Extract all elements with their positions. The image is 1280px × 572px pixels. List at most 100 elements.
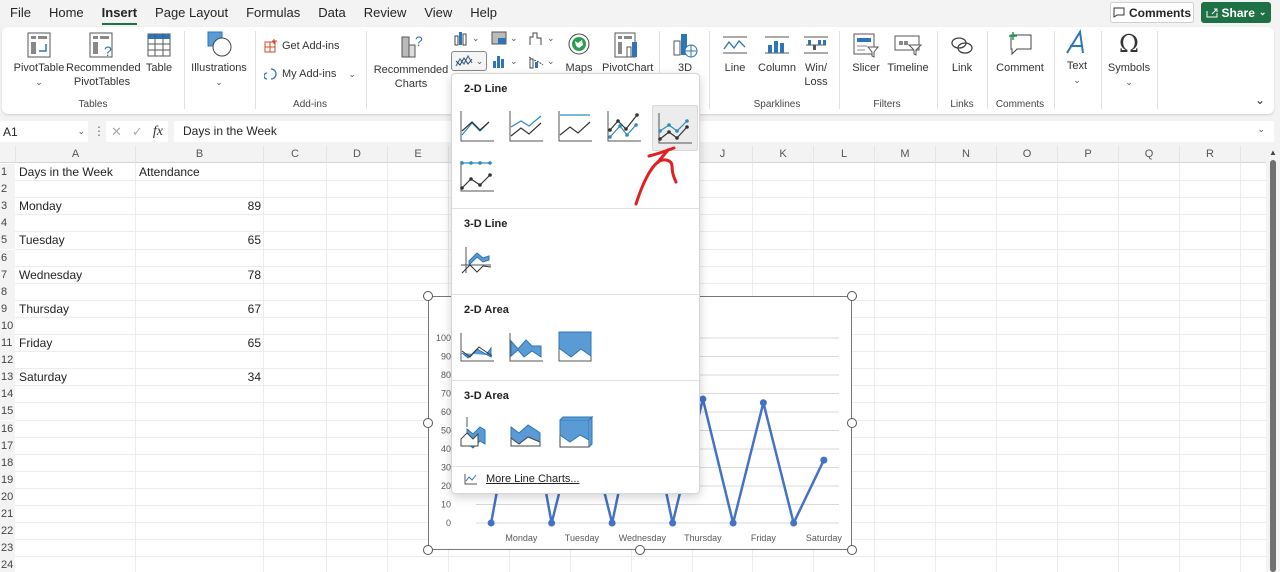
symbols-button[interactable]: Ω Symbols ⌄ — [1105, 29, 1153, 89]
pivotchart-button[interactable]: PivotChart — [602, 31, 653, 75]
formula-input[interactable]: Days in the Week ⌄ — [174, 121, 1274, 142]
3d-map-button[interactable]: 3D — [668, 31, 702, 75]
cell-a7[interactable]: Wednesday — [16, 267, 136, 284]
tab-view[interactable]: View — [415, 0, 461, 26]
gallery-3d-stacked-area[interactable] — [506, 412, 546, 452]
row-header-7[interactable]: 7 — [0, 266, 15, 284]
column-header-c[interactable]: C — [264, 146, 327, 163]
row-header-11[interactable]: 11 — [0, 335, 15, 352]
gallery-stacked-line[interactable] — [506, 106, 546, 146]
row-header-12[interactable]: 12 — [0, 352, 15, 370]
cell-b1[interactable]: Attendance — [136, 164, 264, 181]
comments-button[interactable]: Comments — [1110, 2, 1194, 23]
select-all-corner[interactable] — [0, 146, 16, 163]
waterfall-chart-button[interactable]: ⌄ — [528, 30, 564, 46]
maps-button[interactable]: Maps — [564, 31, 594, 75]
row-header-1[interactable]: 1 — [0, 164, 15, 181]
gallery-3d-line[interactable] — [457, 240, 497, 280]
column-header-l[interactable]: L — [814, 146, 875, 163]
row-header-22[interactable]: 22 — [0, 523, 15, 541]
gallery-100-stacked-line-markers[interactable] — [457, 156, 497, 196]
scroll-up-arrow-icon[interactable]: ▲ — [1269, 148, 1277, 157]
cell-b5[interactable]: 65 — [136, 232, 264, 249]
gallery-line-markers-variant[interactable] — [604, 106, 644, 146]
gallery-line[interactable] — [457, 106, 497, 146]
data-point-marker[interactable] — [487, 519, 495, 527]
row-header-14[interactable]: 14 — [0, 386, 15, 404]
recommended-charts-button[interactable]: ? Recommended Charts — [372, 31, 450, 91]
row-header-23[interactable]: 23 — [0, 540, 15, 558]
row-header-17[interactable]: 17 — [0, 437, 15, 455]
column-header-j[interactable]: J — [693, 146, 753, 163]
chevron-down-icon[interactable]: ⌄ — [77, 126, 85, 137]
chart-resize-handle[interactable] — [423, 418, 433, 428]
data-point-marker[interactable] — [548, 519, 556, 527]
cell-b11[interactable]: 65 — [136, 335, 264, 352]
data-point-marker[interactable] — [790, 519, 798, 527]
vertical-scrollbar[interactable]: ▲ — [1266, 146, 1280, 572]
gallery-100-stacked-area[interactable] — [555, 326, 595, 366]
column-header-o[interactable]: O — [997, 146, 1058, 163]
data-point-marker[interactable] — [729, 519, 737, 527]
chevron-down-icon[interactable]: ⌄ — [1259, 7, 1267, 18]
link-button[interactable]: Link — [946, 31, 978, 75]
tab-insert[interactable]: Insert — [93, 0, 146, 26]
column-chart-button[interactable]: ⌄ — [453, 30, 489, 46]
chevron-down-icon[interactable]: ⌄ — [348, 67, 356, 81]
row-header-8[interactable]: 8 — [0, 283, 15, 301]
my-addins-button[interactable]: My Add-ins ⌄ — [264, 67, 360, 81]
slicer-button[interactable]: Slicer — [848, 31, 884, 75]
column-header-s[interactable]: S — [1241, 146, 1266, 163]
data-point-marker[interactable] — [608, 519, 616, 527]
scrollbar-thumb[interactable] — [1270, 160, 1276, 572]
combo-chart-button[interactable]: ⌄ — [528, 53, 564, 69]
comment-button[interactable]: Comment — [992, 31, 1048, 75]
chart-resize-handle[interactable] — [423, 545, 433, 555]
tab-page-layout[interactable]: Page Layout — [146, 0, 237, 26]
line-chart-button[interactable]: ⌄ — [451, 51, 487, 71]
cell-b9[interactable]: 67 — [136, 301, 264, 318]
cell-a11[interactable]: Friday — [16, 335, 136, 352]
row-header-3[interactable]: 3 — [0, 198, 15, 216]
tab-data[interactable]: Data — [309, 0, 354, 26]
sparkline-winloss-button[interactable]: Win/Loss — [800, 31, 832, 89]
cell-b3[interactable]: 89 — [136, 198, 264, 215]
column-header-e[interactable]: E — [388, 146, 449, 163]
cell-a1[interactable]: Days in the Week — [16, 164, 136, 181]
cancel-icon[interactable]: ✕ — [111, 124, 122, 140]
data-point-marker[interactable] — [699, 395, 707, 403]
column-header-r[interactable]: R — [1180, 146, 1241, 163]
column-header-d[interactable]: D — [327, 146, 388, 163]
column-header-n[interactable]: N — [936, 146, 997, 163]
tab-review[interactable]: Review — [355, 0, 416, 26]
table-button[interactable]: Table — [142, 31, 176, 75]
more-options-icon[interactable]: ⋮ — [93, 124, 105, 138]
expand-formula-chevron-icon[interactable]: ⌄ — [1257, 124, 1265, 139]
row-header-21[interactable]: 21 — [0, 506, 15, 523]
row-header-15[interactable]: 15 — [0, 403, 15, 421]
statistic-chart-button[interactable]: ⌄ — [491, 53, 527, 69]
row-header-13[interactable]: 13 — [0, 369, 15, 387]
name-box[interactable]: A1 ⌄ — [0, 121, 88, 142]
sparkline-line-button[interactable]: Line — [718, 31, 752, 75]
hierarchy-chart-button[interactable]: ⌄ — [491, 30, 527, 46]
cell-b7[interactable]: 78 — [136, 267, 264, 284]
gallery-3d-100-stacked-area[interactable] — [555, 412, 595, 452]
chart-resize-handle[interactable] — [847, 291, 857, 301]
row-header-2[interactable]: 2 — [0, 181, 15, 199]
row-header-18[interactable]: 18 — [0, 454, 15, 472]
cell-a13[interactable]: Saturday — [16, 369, 136, 386]
data-point-marker[interactable] — [759, 399, 767, 407]
timeline-button[interactable]: Timeline — [886, 31, 930, 75]
text-button[interactable]: Text ⌄ — [1060, 29, 1094, 87]
row-header-19[interactable]: 19 — [0, 471, 15, 489]
row-header-9[interactable]: 9 — [0, 300, 15, 318]
share-button[interactable]: Share ⌄ — [1201, 2, 1271, 23]
column-header-a[interactable]: A — [16, 146, 136, 163]
column-header-k[interactable]: K — [753, 146, 814, 163]
gallery-line-with-markers[interactable] — [652, 105, 698, 151]
row-header-20[interactable]: 20 — [0, 488, 15, 506]
row-header-10[interactable]: 10 — [0, 317, 15, 335]
chart-resize-handle[interactable] — [635, 545, 645, 555]
cell-a5[interactable]: Tuesday — [16, 232, 136, 249]
